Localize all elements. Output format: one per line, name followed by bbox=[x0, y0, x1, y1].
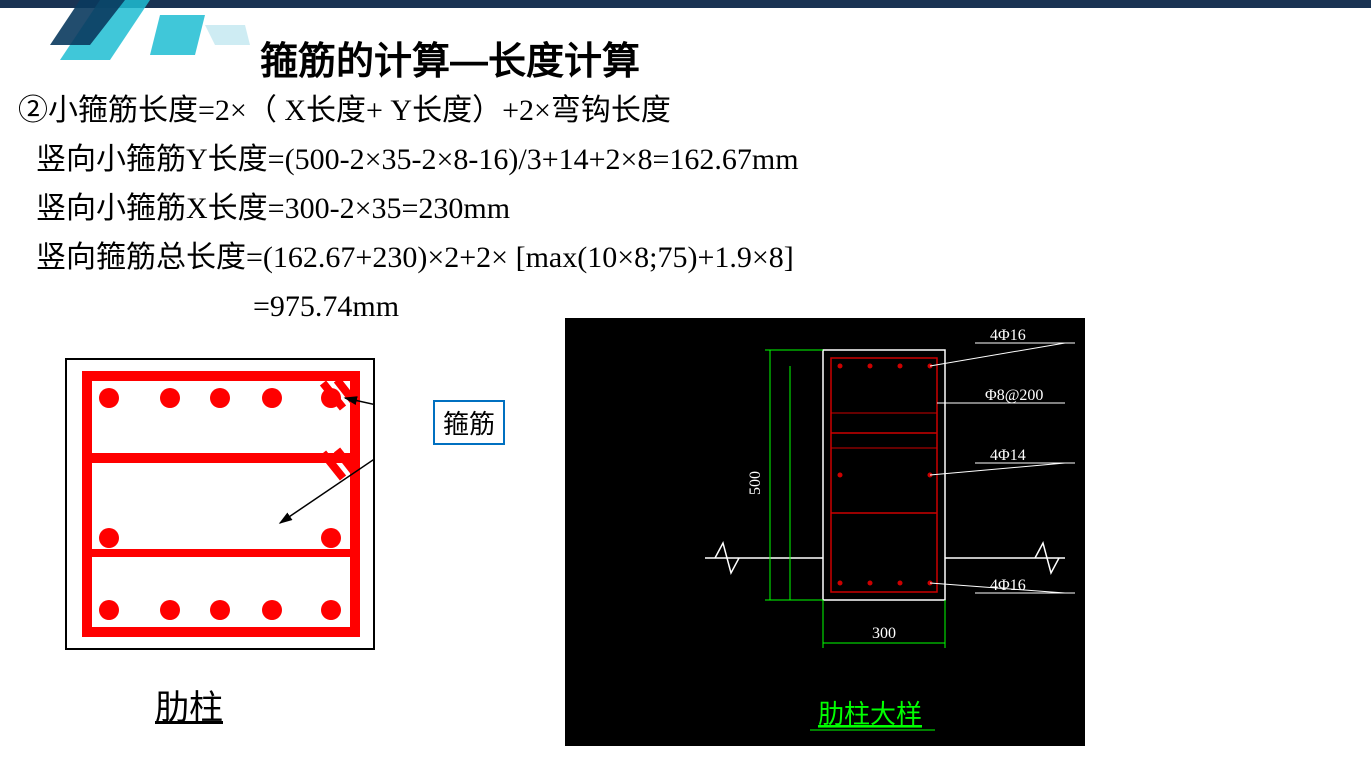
dim-300: 300 bbox=[872, 625, 896, 642]
formula-line-3: 竖向小箍筋X长度=300-2×35=230mm bbox=[18, 186, 799, 231]
slide-logo bbox=[50, 0, 250, 85]
rebar-label-1: 4Φ16 bbox=[990, 327, 1026, 344]
rebar-label-3: 4Φ14 bbox=[990, 447, 1026, 464]
left-diagram-caption: 肋柱 bbox=[155, 680, 223, 729]
formula-line-2: 竖向小箍筋Y长度=(500-2×35-2×8-16)/3+14+2×8=162.… bbox=[18, 137, 799, 182]
formula-line-1: ②小箍筋长度=2×（ X长度+ Y长度）+2×弯钩长度 bbox=[18, 88, 799, 133]
slide-title: 箍筋的计算—长度计算 bbox=[260, 30, 640, 85]
cad-detail-diagram: 500 300 4Φ16 Φ8@200 4Φ14 4Φ16 肋柱大样 bbox=[565, 318, 1085, 746]
stirrup-label: 箍筋 bbox=[433, 400, 505, 445]
content-area: ②小箍筋长度=2×（ X长度+ Y长度）+2×弯钩长度 竖向小箍筋Y长度=(50… bbox=[18, 88, 799, 333]
cad-caption: 肋柱大样 bbox=[818, 700, 922, 729]
rebar-label-2: Φ8@200 bbox=[985, 387, 1043, 404]
rebar-label-4: 4Φ16 bbox=[990, 577, 1026, 594]
dim-500: 500 bbox=[747, 471, 764, 495]
cross-section-diagram bbox=[65, 358, 375, 668]
formula-line-4: 竖向箍筋总长度=(162.67+230)×2+2× [max(10×8;75)+… bbox=[18, 235, 799, 280]
